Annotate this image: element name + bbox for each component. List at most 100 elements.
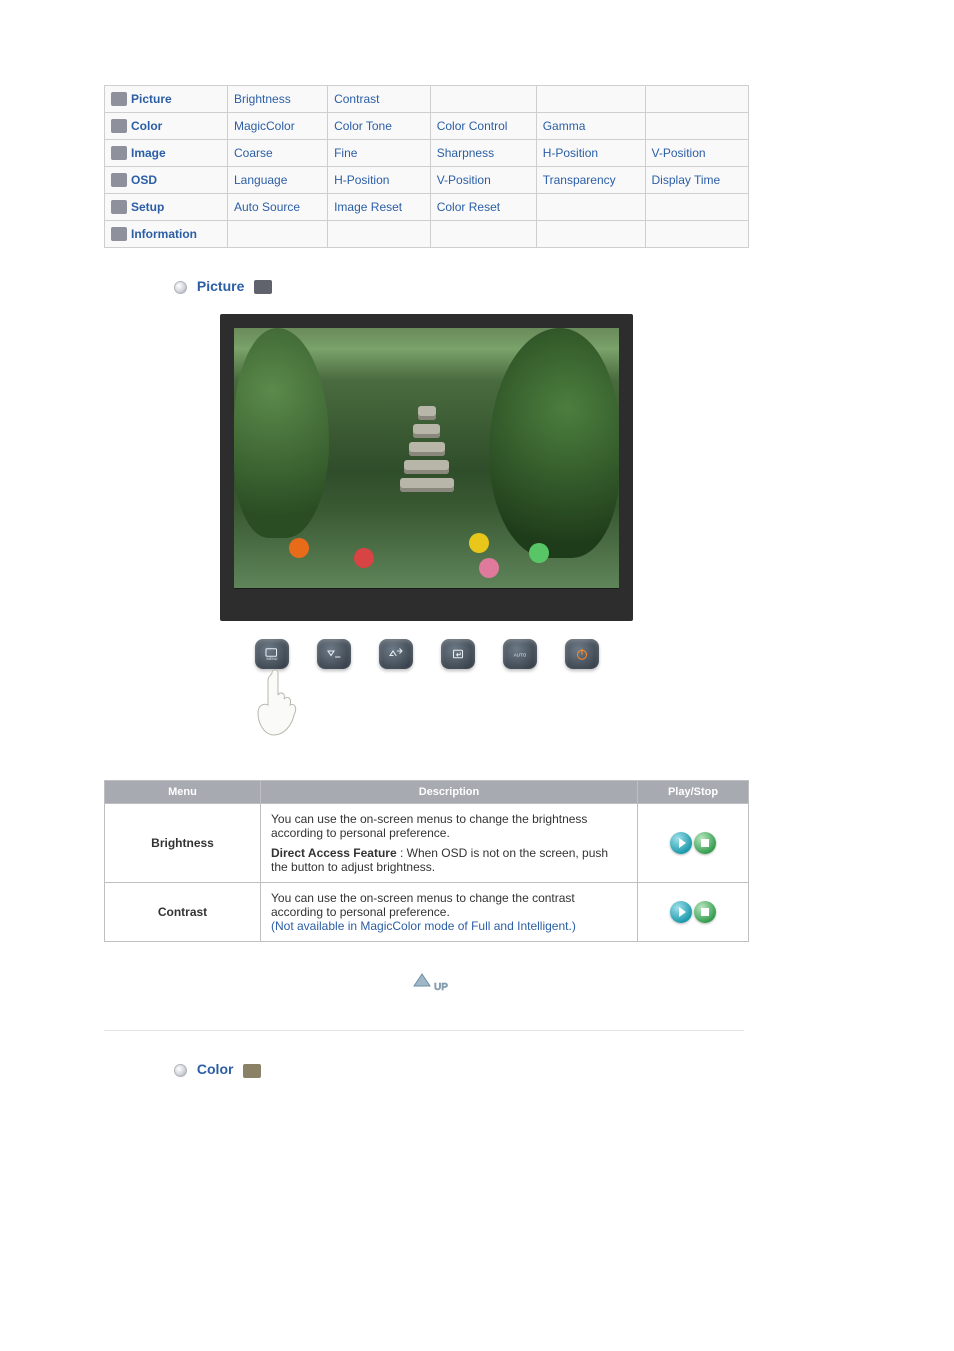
desc-bold: Direct Access Feature — [271, 846, 397, 860]
menu-item-cell[interactable]: H-Position — [536, 140, 645, 167]
section-title-color: Color — [174, 1061, 749, 1077]
menu-item-cell[interactable]: MagicColor — [228, 113, 328, 140]
menu-item-cell[interactable]: Color Control — [430, 113, 536, 140]
menu-item-cell[interactable]: Brightness — [228, 86, 328, 113]
menu-item-cell[interactable]: Contrast — [328, 86, 431, 113]
menu-row: Setup Auto Source Image Reset Color Reset — [105, 194, 749, 221]
menu-item-cell — [328, 221, 431, 248]
category-icon — [111, 200, 127, 214]
header-menu: Menu — [105, 781, 261, 804]
menu-item-link: Color Tone — [334, 119, 392, 133]
scroll-up-icon[interactable]: UP — [404, 964, 450, 1000]
desc-playstop-cell — [638, 883, 749, 942]
menu-item-link: Display Time — [652, 173, 721, 187]
menu-item-cell[interactable]: Coarse — [228, 140, 328, 167]
desc-menu-cell: Brightness — [105, 804, 261, 883]
picture-badge-icon — [254, 280, 272, 294]
desc-playstop-cell — [638, 804, 749, 883]
desc-text-cell: You can use the on-screen menus to chang… — [261, 804, 638, 883]
table-row: Brightness You can use the on-screen menu… — [105, 804, 749, 883]
header-playstop: Play/Stop — [638, 781, 749, 804]
menu-category-cell[interactable]: OSD — [105, 167, 228, 194]
menu-item-cell — [536, 221, 645, 248]
power-icon — [573, 645, 591, 663]
menu-item-cell — [430, 86, 536, 113]
hand-pointer-icon — [250, 665, 310, 737]
menu-category-label: Color — [131, 119, 162, 133]
up-arrow-icon — [387, 645, 405, 663]
menu-category-cell[interactable]: Image — [105, 140, 228, 167]
menu-item-link: V-Position — [437, 173, 491, 187]
monitor-up-button[interactable] — [379, 639, 413, 669]
menu-item-link: Contrast — [334, 92, 379, 106]
menu-item-cell[interactable]: H-Position — [328, 167, 431, 194]
monitor-button-bar: MENU AUTO — [220, 621, 633, 669]
menu-item-cell[interactable]: Display Time — [645, 167, 748, 194]
bullet-icon — [174, 1064, 187, 1077]
menu-item-cell[interactable]: V-Position — [645, 140, 748, 167]
menu-item-cell — [645, 86, 748, 113]
menu-item-cell[interactable]: Transparency — [536, 167, 645, 194]
category-icon — [111, 119, 127, 133]
menu-item-link: Auto Source — [234, 200, 300, 214]
svg-text:AUTO: AUTO — [513, 653, 526, 658]
menu-row: Picture Brightness Contrast — [105, 86, 749, 113]
menu-row: OSD Language H-Position V-Position Transpare… — [105, 167, 749, 194]
menu-category-cell[interactable]: Setup — [105, 194, 228, 221]
menu-item-link: Color Control — [437, 119, 508, 133]
monitor-auto-button[interactable]: AUTO — [503, 639, 537, 669]
svg-text:UP: UP — [434, 982, 448, 993]
monitor-down-button[interactable] — [317, 639, 351, 669]
stop-button[interactable] — [694, 901, 716, 923]
menu-item-cell[interactable]: Image Reset — [328, 194, 431, 221]
table-row: Contrast You can use the on-screen menus … — [105, 883, 749, 942]
menu-item-cell — [536, 194, 645, 221]
menu-item-cell — [430, 221, 536, 248]
menu-category-cell[interactable]: Picture — [105, 86, 228, 113]
monitor-illustration: MENU AUTO — [220, 314, 633, 740]
play-button[interactable] — [670, 832, 692, 854]
menu-item-cell[interactable]: Sharpness — [430, 140, 536, 167]
monitor-screen — [234, 328, 619, 588]
menu-navigation-table: Picture Brightness Contrast Color MagicColor… — [104, 85, 749, 248]
monitor-power-button[interactable] — [565, 639, 599, 669]
menu-item-cell[interactable]: Fine — [328, 140, 431, 167]
menu-category-label: Setup — [131, 200, 164, 214]
monitor-enter-button[interactable] — [441, 639, 475, 669]
svg-text:MENU: MENU — [266, 657, 277, 661]
menu-item-link: Brightness — [234, 92, 291, 106]
menu-item-link: Fine — [334, 146, 357, 160]
menu-item-link: H-Position — [334, 173, 389, 187]
menu-item-cell[interactable]: Language — [228, 167, 328, 194]
menu-category-cell[interactable]: Information — [105, 221, 228, 248]
menu-category-label: OSD — [131, 173, 157, 187]
menu-item-link: Language — [234, 173, 287, 187]
color-badge-icon — [243, 1064, 261, 1078]
auto-icon: AUTO — [511, 645, 529, 663]
menu-item-cell[interactable]: Color Reset — [430, 194, 536, 221]
play-button[interactable] — [670, 901, 692, 923]
menu-item-cell[interactable]: Color Tone — [328, 113, 431, 140]
menu-item-cell — [645, 194, 748, 221]
menu-item-link: Sharpness — [437, 146, 494, 160]
menu-category-label: Image — [131, 146, 166, 160]
desc-text-cell: You can use the on-screen menus to chang… — [261, 883, 638, 942]
menu-row: Information — [105, 221, 749, 248]
menu-item-cell — [645, 221, 748, 248]
section-title-label: Picture — [197, 278, 244, 294]
section-title-picture: Picture — [174, 278, 749, 294]
desc-line: You can use the on-screen menus to chang… — [271, 891, 627, 919]
desc-note: (Not available in MagicColor mode of Ful… — [271, 919, 627, 933]
menu-category-cell[interactable]: Color — [105, 113, 228, 140]
menu-item-cell — [228, 221, 328, 248]
menu-item-cell[interactable]: V-Position — [430, 167, 536, 194]
menu-item-cell[interactable]: Gamma — [536, 113, 645, 140]
stop-button[interactable] — [694, 832, 716, 854]
menu-item-link: Image Reset — [334, 200, 402, 214]
desc-menu-cell: Contrast — [105, 883, 261, 942]
menu-item-link: Coarse — [234, 146, 273, 160]
desc-line: You can use the on-screen menus to chang… — [271, 812, 627, 840]
bullet-icon — [174, 281, 187, 294]
menu-item-cell[interactable]: Auto Source — [228, 194, 328, 221]
menu-item-cell — [536, 86, 645, 113]
